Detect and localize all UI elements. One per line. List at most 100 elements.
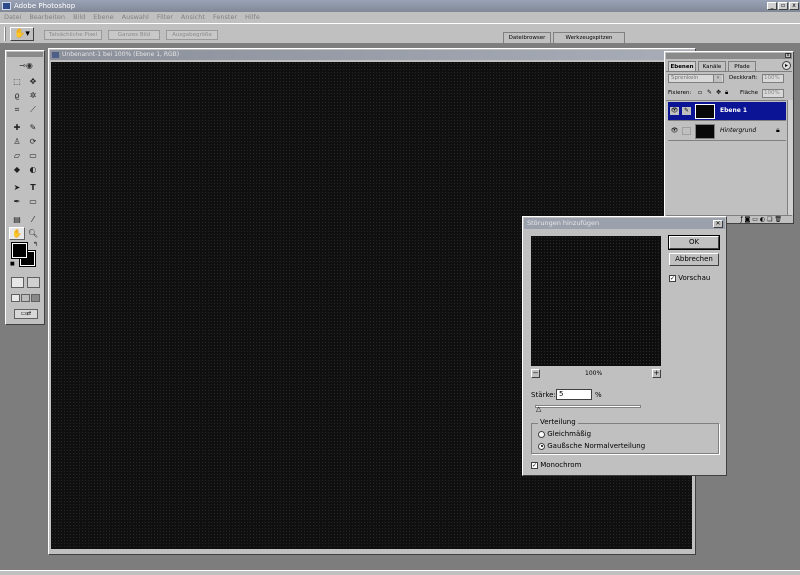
- swap-colors-icon[interactable]: ↰: [33, 241, 38, 248]
- eye-icon[interactable]: 👁︎: [670, 127, 679, 135]
- menu-ebene[interactable]: Ebene: [89, 12, 117, 23]
- chevron-down-icon[interactable]: ▾: [713, 75, 722, 82]
- healing-brush-icon[interactable]: ✚: [9, 121, 25, 134]
- opacity-field[interactable]: 100%: [762, 74, 784, 83]
- slice-tool-icon[interactable]: ⟋: [25, 103, 41, 116]
- standard-mode-icon[interactable]: [11, 277, 24, 288]
- lasso-tool-icon[interactable]: ϱ: [9, 89, 25, 102]
- layer-style-icon[interactable]: ƒ: [741, 216, 743, 223]
- notes-tool-icon[interactable]: ▤: [9, 213, 25, 226]
- blur-tool-icon[interactable]: ◆: [9, 163, 25, 176]
- hand-tool-icon[interactable]: ✋: [9, 227, 25, 240]
- radio-gaussian-row[interactable]: Gaußsche Normalverteilung: [538, 442, 645, 450]
- brush-tool-icon[interactable]: ✎: [25, 121, 41, 134]
- adobe-online-icon[interactable]: ⊸◉: [9, 60, 43, 72]
- pen-tool-icon[interactable]: ✒: [9, 195, 25, 208]
- marquee-tool-icon[interactable]: ⬚: [9, 75, 25, 88]
- screen-mode-standard-icon[interactable]: [11, 294, 20, 302]
- zoom-out-icon[interactable]: −: [531, 369, 540, 378]
- amount-input[interactable]: 5: [556, 389, 592, 400]
- tab-ebenen[interactable]: Ebenen: [668, 61, 696, 71]
- hand-tool-preset-button[interactable]: ✋▾: [10, 27, 34, 41]
- history-brush-icon[interactable]: ⟳: [25, 135, 41, 148]
- menu-ansicht[interactable]: Ansicht: [177, 12, 209, 23]
- screen-mode-full-menu-icon[interactable]: [21, 294, 30, 302]
- jump-to-imageready-icon[interactable]: ▭⇄: [14, 309, 38, 319]
- move-tool-icon[interactable]: ✥: [25, 75, 41, 88]
- gradient-tool-icon[interactable]: ▭: [25, 149, 41, 162]
- ok-button[interactable]: OK: [668, 235, 720, 250]
- layer-row-ebene-1[interactable]: 👁︎ ✎ Ebene 1: [668, 102, 786, 121]
- adjustment-layer-icon[interactable]: ◐: [760, 216, 765, 223]
- restore-button[interactable]: ▫: [778, 2, 788, 10]
- minimize-button[interactable]: _: [767, 2, 777, 10]
- trash-icon[interactable]: 🗑︎: [774, 216, 782, 223]
- menu-bearbeiten[interactable]: Bearbeiten: [25, 12, 69, 23]
- eyedropper-tool-icon[interactable]: ⁄: [25, 213, 41, 226]
- dialog-close-icon[interactable]: ✕: [713, 220, 723, 228]
- link-slot[interactable]: [682, 127, 691, 135]
- menu-datei[interactable]: Datei: [0, 12, 25, 23]
- screen-mode-full-icon[interactable]: [31, 294, 40, 302]
- dialog-title-bar: Störungen hinzufügen: [524, 218, 725, 229]
- tab-dateibrowser[interactable]: Dateibrowser: [503, 32, 551, 43]
- zoom-in-icon[interactable]: +: [652, 369, 661, 378]
- print-size-button[interactable]: Ausgabegröße: [166, 30, 218, 40]
- type-tool-icon[interactable]: T: [25, 181, 41, 194]
- layer-row-hintergrund[interactable]: 👁︎ Hintergrund 🔒︎: [668, 122, 786, 141]
- actual-pixels-button[interactable]: Tatsächliche Pixel: [44, 30, 102, 40]
- brush-icon[interactable]: ✎: [682, 107, 691, 115]
- fill-label: Fläche: [740, 90, 758, 96]
- stamp-tool-icon[interactable]: ♙: [9, 135, 25, 148]
- quickmask-mode-icon[interactable]: [27, 277, 40, 288]
- tab-pfade[interactable]: Pfade: [728, 61, 756, 71]
- menu-auswahl[interactable]: Auswahl: [118, 12, 153, 23]
- monochrome-checkbox[interactable]: ✓: [531, 461, 538, 469]
- new-set-icon[interactable]: ▭: [752, 216, 758, 223]
- monochrome-checkbox-row[interactable]: ✓ Monochrom: [531, 461, 581, 469]
- menu-bild[interactable]: Bild: [69, 12, 89, 23]
- fit-screen-button[interactable]: Ganzes Bild: [108, 30, 160, 40]
- preview-checkbox-row[interactable]: ✓ Vorschau: [669, 274, 710, 282]
- lock-position-icon[interactable]: ✥: [716, 89, 721, 96]
- fill-field[interactable]: 100%: [762, 89, 784, 98]
- magic-wand-tool-icon[interactable]: ✲: [25, 89, 41, 102]
- default-colors-icon[interactable]: ■: [10, 261, 15, 267]
- preview-checkbox[interactable]: ✓: [669, 274, 676, 282]
- layer-name[interactable]: Ebene 1: [720, 107, 747, 114]
- menu-hilfe[interactable]: Hilfe: [241, 12, 264, 23]
- lock-transparency-icon[interactable]: ▫: [698, 89, 702, 96]
- layers-scrollbar[interactable]: [787, 100, 793, 215]
- eraser-tool-icon[interactable]: ▱: [9, 149, 25, 162]
- layer-name[interactable]: Hintergrund: [720, 127, 756, 134]
- lock-all-icon[interactable]: 🔒︎: [725, 89, 728, 97]
- lock-pixels-icon[interactable]: ✎: [707, 89, 712, 96]
- path-selection-icon[interactable]: ➤: [9, 181, 25, 194]
- crop-tool-icon[interactable]: ⌗: [9, 103, 25, 116]
- tab-werkzeugspitzen[interactable]: Werkzeugspitzen: [553, 32, 625, 43]
- noise-preview[interactable]: [531, 236, 661, 366]
- foreground-color-swatch[interactable]: [11, 242, 28, 259]
- radio-uniform-row[interactable]: Gleichmäßig: [538, 430, 591, 438]
- grip: [4, 27, 6, 41]
- radio-uniform[interactable]: [538, 430, 545, 438]
- dodge-tool-icon[interactable]: ◐: [25, 163, 41, 176]
- layer-thumbnail: [695, 104, 715, 119]
- cancel-button[interactable]: Abbrechen: [669, 253, 719, 266]
- panel-menu-arrow-icon[interactable]: ▸: [782, 61, 791, 70]
- new-layer-icon[interactable]: ❏: [767, 216, 772, 223]
- radio-gaussian[interactable]: [538, 442, 545, 450]
- amount-slider-track[interactable]: [535, 405, 641, 408]
- zoom-tool-icon[interactable]: 🔍︎: [25, 227, 41, 240]
- shape-tool-icon[interactable]: ▭: [25, 195, 41, 208]
- menu-fenster[interactable]: Fenster: [209, 12, 241, 23]
- panel-close-icon[interactable]: x: [785, 53, 791, 58]
- eye-icon[interactable]: 👁︎: [670, 107, 679, 115]
- document-icon: [52, 52, 59, 58]
- panel-header: [666, 53, 792, 59]
- close-button[interactable]: x: [789, 2, 799, 10]
- tab-kanaele[interactable]: Kanäle: [698, 61, 726, 71]
- mask-icon[interactable]: ◙: [745, 216, 751, 223]
- amount-slider-thumb[interactable]: △: [536, 406, 541, 413]
- menu-filter[interactable]: Filter: [153, 12, 177, 23]
